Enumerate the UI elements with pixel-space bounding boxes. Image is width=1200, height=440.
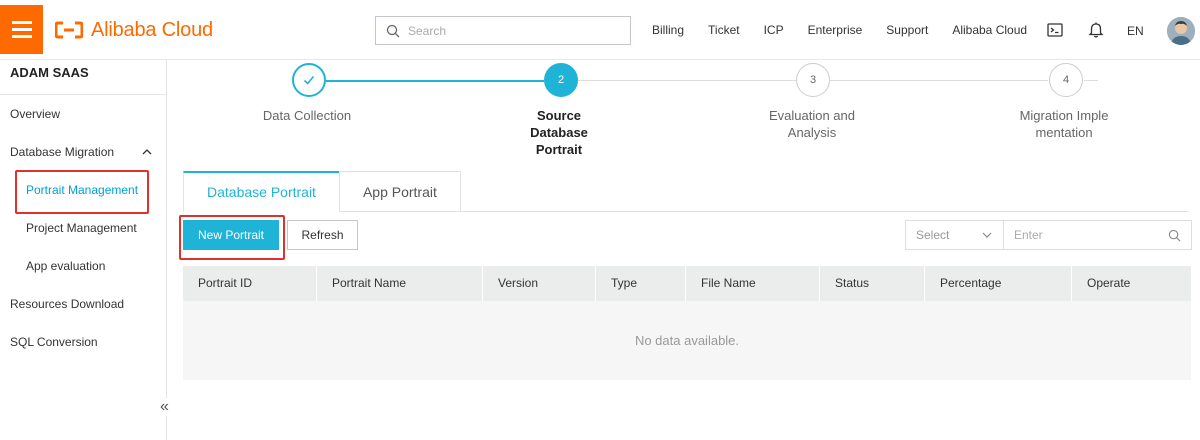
column-header-percentage: Percentage [925,266,1072,301]
language-switch[interactable]: EN [1127,24,1144,38]
collapse-sidebar-icon[interactable]: « [160,398,169,416]
new-portrait-button[interactable]: New Portrait [183,220,279,250]
sidebar-item-label: App evaluation [26,259,106,273]
column-header-status: Status [820,266,925,301]
sidebar-item-label: Resources Download [10,297,125,311]
sidebar-item-label: Project Management [26,221,137,235]
sidebar: ADAM SAAS Overview Database Migration Po… [0,60,167,440]
filter-select[interactable]: Select [906,221,1004,249]
column-header-version: Version [483,266,596,301]
step-connector [326,80,544,82]
column-header-file-name: File Name [686,266,820,301]
portrait-tabs: Database Portrait App Portrait [183,171,461,212]
nav-icp[interactable]: ICP [752,23,796,37]
sidebar-item-sql-conversion[interactable]: SQL Conversion [0,323,166,361]
step-4-label: Migration Implementation [1019,108,1109,140]
sidebar-item-label: Portrait Management [26,183,139,197]
search-box[interactable] [375,16,631,45]
step-2-number: 2 [544,63,578,97]
nav-ticket[interactable]: Ticket [696,23,752,37]
sidebar-item-overview[interactable]: Overview [0,95,166,133]
step-1-label: Data Collection [262,108,352,123]
step-connector [1084,80,1098,81]
table-header: Portrait ID Portrait Name Version Type F… [183,266,1191,301]
tab-database-portrait[interactable]: Database Portrait [183,171,340,212]
menu-icon[interactable] [0,5,43,54]
sidebar-title: ADAM SAAS [0,60,166,95]
logo-mark-icon [55,21,83,39]
alibaba-cloud-logo[interactable]: Alibaba Cloud [55,17,213,43]
search-icon[interactable] [1168,229,1181,242]
sidebar-item-label: Overview [10,107,61,121]
filter-bar: Select [905,220,1192,250]
column-header-portrait-id: Portrait ID [183,266,317,301]
step-connector [578,80,796,81]
sidebar-item-database-migration[interactable]: Database Migration [0,133,166,171]
sidebar-item-resources-download[interactable]: Resources Download [0,285,166,323]
sidebar-item-portrait-management[interactable]: Portrait Management [0,171,166,209]
sidebar-item-label: SQL Conversion [10,335,98,349]
check-icon [303,75,315,85]
step-4-number: 4 [1049,63,1083,97]
sidebar-item-app-evaluation[interactable]: App evaluation [0,247,166,285]
nav-enterprise[interactable]: Enterprise [796,23,875,37]
column-header-type: Type [596,266,686,301]
sidebar-item-label: Database Migration [10,145,115,159]
top-bar: Alibaba Cloud Billing Ticket ICP Enterpr… [0,0,1200,60]
step-1-done-icon [292,63,326,97]
bell-icon[interactable] [1088,22,1104,38]
search-input[interactable] [408,23,608,38]
step-3-label: Evaluation and Analysis [768,108,855,140]
tab-app-portrait[interactable]: App Portrait [338,171,461,212]
filter-input-wrap [1004,221,1191,249]
step-2-label: Source Database Portrait [530,108,588,157]
portrait-table: Portrait ID Portrait Name Version Type F… [183,266,1191,380]
chevron-down-icon [982,232,992,238]
avatar[interactable] [1167,17,1195,45]
step-3-number: 3 [796,63,830,97]
search-icon [386,24,400,37]
sidebar-item-project-management[interactable]: Project Management [0,209,166,247]
nav-alibaba-cloud[interactable]: Alibaba Cloud [940,23,1039,37]
nav-billing[interactable]: Billing [640,23,696,37]
chevron-up-icon [142,149,152,155]
nav-support[interactable]: Support [874,23,940,37]
terminal-icon[interactable] [1047,22,1063,38]
empty-state-text: No data available. [634,333,740,348]
filter-input[interactable] [1014,228,1154,242]
refresh-button[interactable]: Refresh [287,220,358,250]
column-header-portrait-name: Portrait Name [317,266,483,301]
top-nav: Billing Ticket ICP Enterprise Support Al… [640,0,1039,60]
column-header-operate: Operate [1087,276,1131,290]
brand-name: Alibaba Cloud [91,18,213,41]
user-avatar-icon [1167,17,1195,45]
filter-select-placeholder: Select [916,228,950,242]
step-connector [830,80,1048,81]
